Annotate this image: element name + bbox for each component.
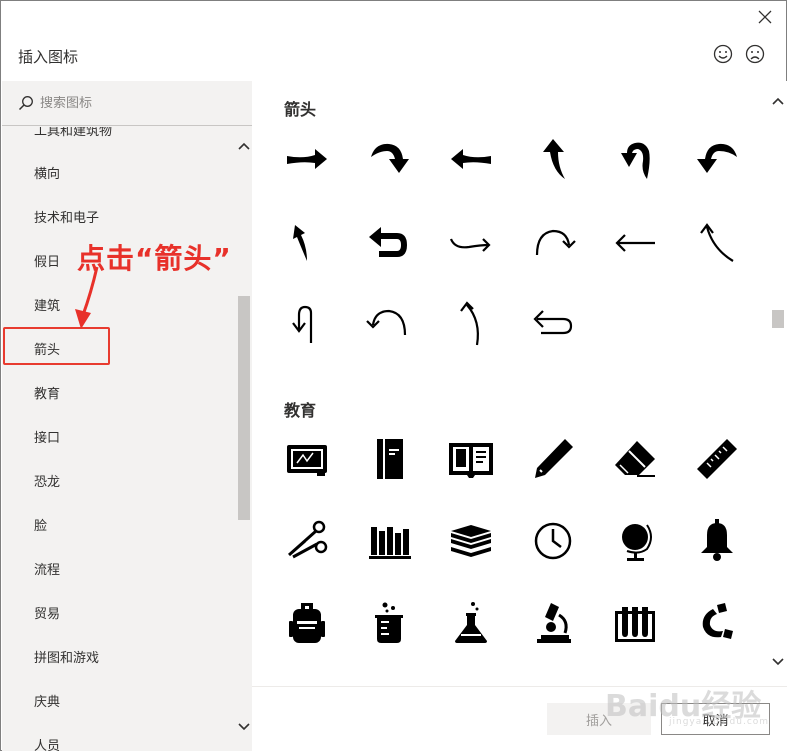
annotation-arrow-icon [75,266,99,329]
beaker-icon[interactable] [359,593,419,653]
category-item-building[interactable]: 建筑 [34,295,60,314]
sidebar-scroll-up[interactable] [236,138,252,154]
category-list: 工具和建筑物 横向 技术和电子 假日 建筑 箭头 教育 接口 恐龙 脸 流程 贸… [2,127,236,751]
category-item-people[interactable]: 人员 [34,735,60,751]
arrow-uturn-left-solid-icon[interactable] [605,129,665,189]
frown-button[interactable] [744,43,766,65]
test-tubes-icon[interactable] [605,593,665,653]
category-item-landscape[interactable]: 横向 [34,163,60,182]
category-item-interface[interactable]: 接口 [34,427,60,446]
category-item-trade[interactable]: 贸易 [34,603,60,622]
icon-gallery: 箭头 教育 [252,81,787,686]
category-item-process[interactable]: 流程 [34,559,60,578]
arrow-rotate-ccw-line-icon[interactable] [359,293,419,353]
category-item-celebration[interactable]: 庆典 [34,691,60,710]
arrow-curve-down-right-solid-icon[interactable] [359,129,419,189]
arrow-return-left-line-icon[interactable] [523,293,583,353]
chevron-up-icon [772,97,784,105]
category-item-puzzle-games[interactable]: 拼图和游戏 [34,647,99,666]
arrow-right-solid-icon[interactable] [277,129,337,189]
arrow-rotate-cw-line-icon[interactable] [523,213,583,273]
cancel-button[interactable]: 取消 [661,703,770,735]
chalkboard-icon[interactable] [277,429,337,489]
book-open-icon[interactable] [441,429,501,489]
arrow-back-solid-icon[interactable] [359,213,419,273]
arrow-left-solid-icon[interactable] [441,129,501,189]
category-item-holiday[interactable]: 假日 [34,251,60,270]
books-stack-icon[interactable] [441,511,501,571]
arrow-curve-right-line-icon[interactable] [441,213,501,273]
close-button[interactable] [753,5,777,29]
ruler-icon[interactable] [687,429,747,489]
arrow-uturn-down-line-icon[interactable] [277,293,337,353]
close-icon [758,10,772,24]
gallery-scroll-up[interactable] [770,93,786,109]
section-title-arrows: 箭头 [284,100,317,119]
book-closed-icon[interactable] [359,429,419,489]
insert-button[interactable]: 插入 [547,703,651,735]
search-input[interactable] [40,95,230,111]
sidebar-scroll-thumb[interactable] [238,296,250,520]
arrow-curve-up-left-line-icon[interactable] [687,213,747,273]
microscope-icon[interactable] [523,593,583,653]
magnet-icon[interactable] [687,593,747,653]
flask-icon[interactable] [441,593,501,653]
arrow-curve-up-line-icon[interactable] [441,293,501,353]
smile-icon [713,44,733,64]
arrow-left-line-icon[interactable] [605,213,665,273]
gallery-scroll-thumb[interactable] [772,310,784,328]
search-icon [18,96,33,111]
category-sidebar: 工具和建筑物 横向 技术和电子 假日 建筑 箭头 教育 接口 恐龙 脸 流程 贸… [2,81,252,751]
clock-icon[interactable] [523,511,583,571]
search-box[interactable] [2,81,252,126]
frown-icon [745,44,765,64]
category-item-education[interactable]: 教育 [34,383,60,402]
chevron-down-icon [772,658,784,666]
category-item-face[interactable]: 脸 [34,515,47,534]
backpack-icon[interactable] [277,593,337,653]
eraser-icon[interactable] [605,429,665,489]
bell-icon[interactable] [687,511,747,571]
scissors-icon[interactable] [277,511,337,571]
globe-icon[interactable] [605,511,665,571]
books-shelf-icon[interactable] [359,511,419,571]
gallery-scroll-down[interactable] [770,654,786,670]
arrow-up-left-solid-icon[interactable] [277,213,337,273]
chevron-up-icon [238,142,250,150]
insert-icons-dialog: 插入图标 工具和建筑物 横向 技术和电子 假日 [0,0,787,751]
sidebar-scroll-down[interactable] [236,719,252,735]
arrow-curve-down-left-solid-icon[interactable] [687,129,747,189]
category-item-tools[interactable]: 工具和建筑物 [34,127,112,139]
pencil-icon[interactable] [523,429,583,489]
section-title-education: 教育 [284,401,317,420]
category-item-dinosaur[interactable]: 恐龙 [34,471,60,490]
chevron-down-icon [238,723,250,731]
smile-button[interactable] [712,43,734,65]
arrow-up-solid-icon[interactable] [523,129,583,189]
dialog-title: 插入图标 [18,48,79,66]
category-item-technology[interactable]: 技术和电子 [34,207,99,226]
